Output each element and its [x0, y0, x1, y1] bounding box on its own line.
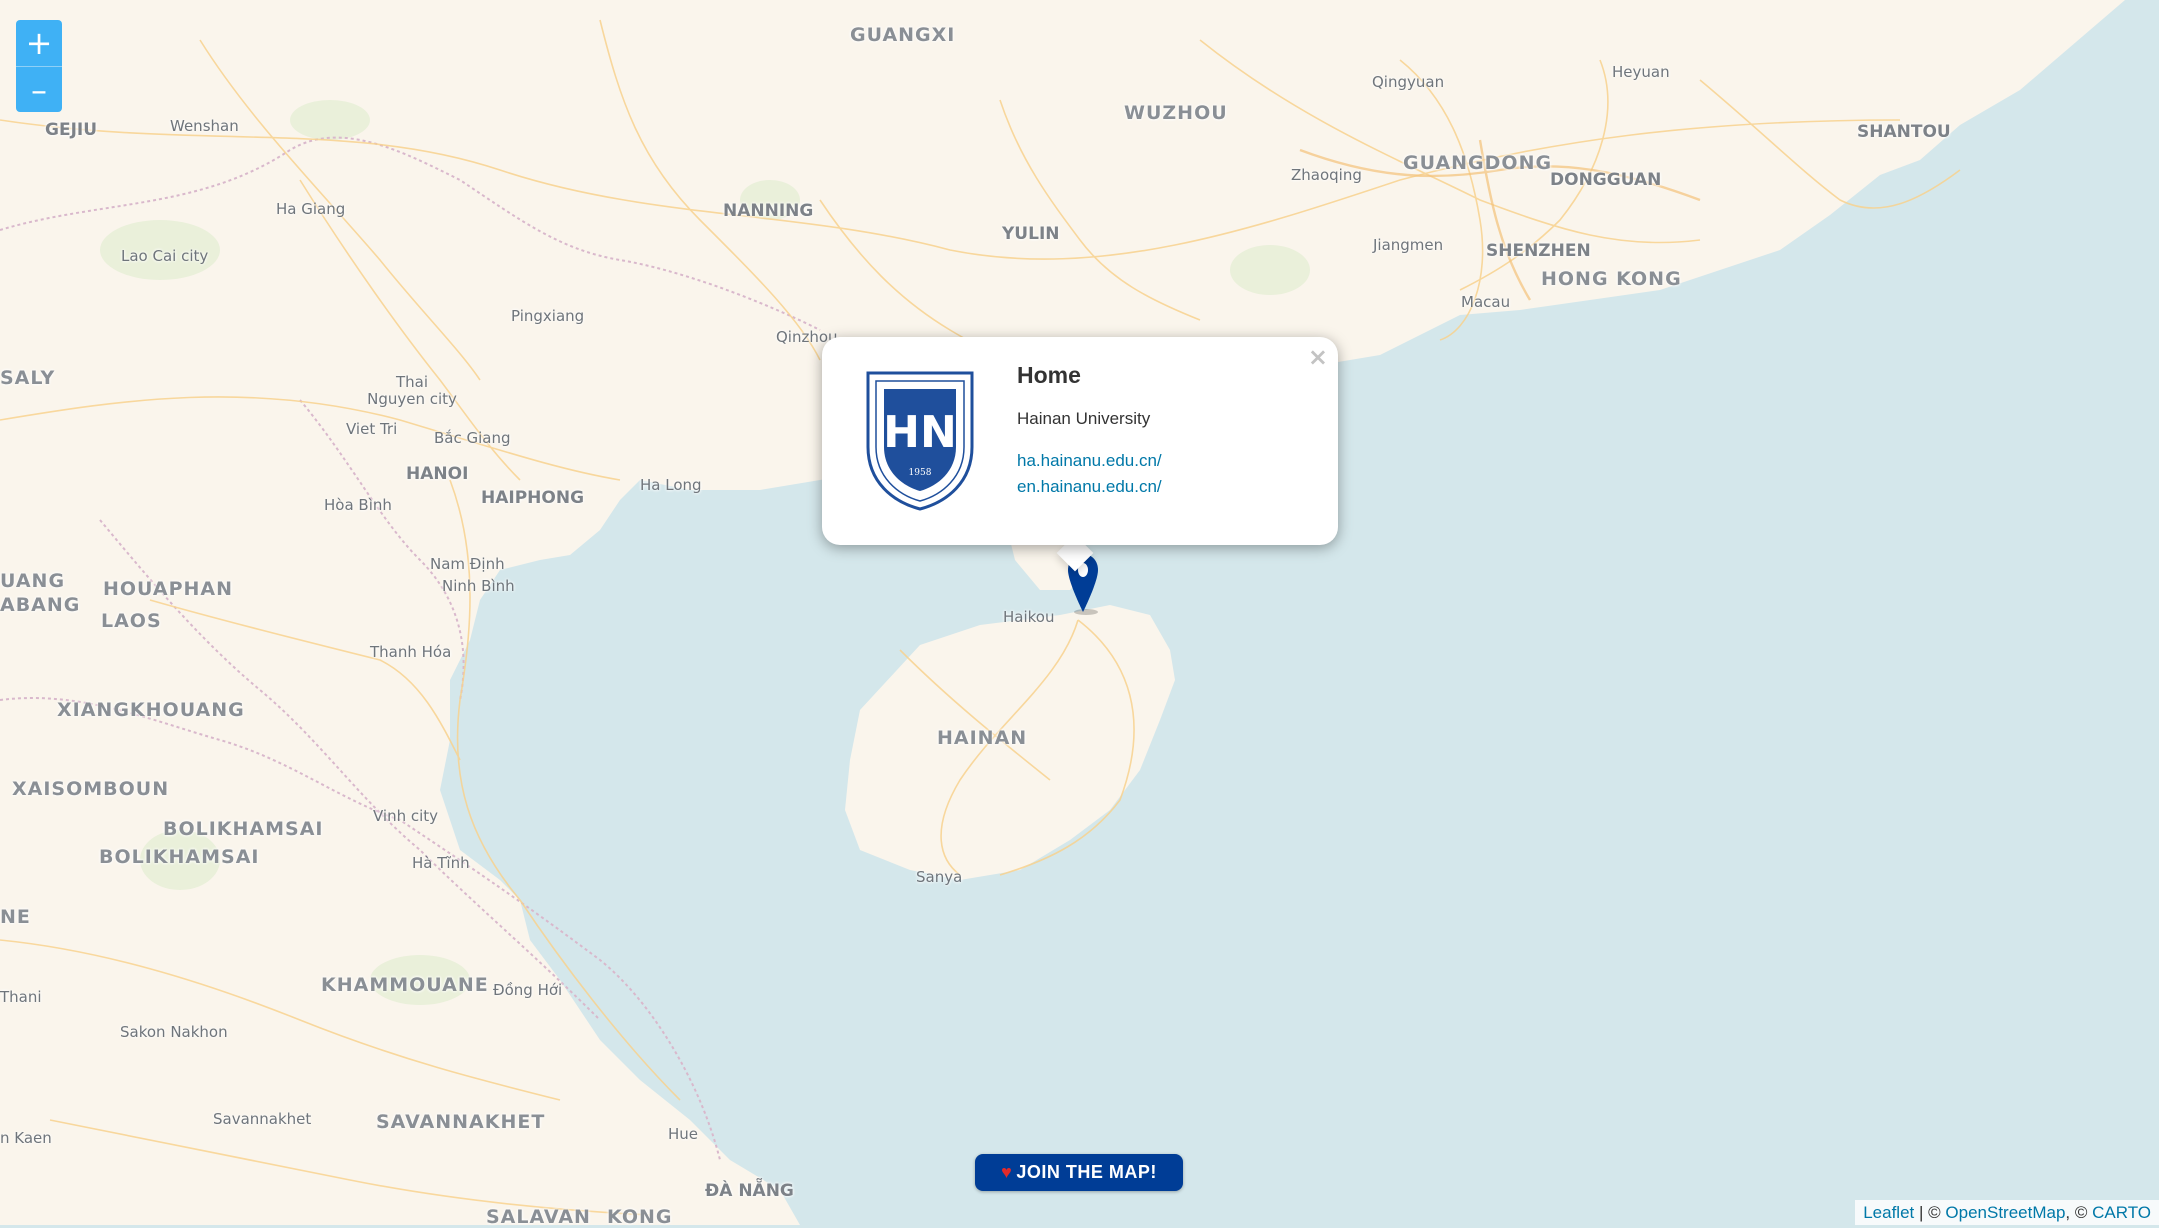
popup-link[interactable]: en.hainanu.edu.cn/: [1017, 477, 1162, 497]
place-label: ĐÀ NẴNG: [705, 1181, 794, 1201]
place-label: Qingyuan: [1372, 73, 1445, 91]
place-label: Ninh Bình: [442, 577, 515, 595]
place-label: Wenshan: [170, 117, 239, 135]
place-label: XAISOMBOUN: [12, 778, 170, 800]
place-label: Đồng Hới: [493, 981, 563, 999]
place-label: SALY: [0, 367, 56, 389]
place-label: GEJIU: [45, 120, 98, 140]
place-label: Pingxiang: [511, 307, 585, 325]
place-label: BOLIKHAMSAI: [163, 818, 324, 840]
hainan-university-logo-icon: HN 1958: [866, 371, 974, 511]
place-label: HOUAPHAN: [103, 578, 234, 600]
place-label: GUANGXI: [850, 24, 956, 46]
place-label: Heyuan: [1612, 63, 1670, 81]
place-label: Viet Tri: [346, 420, 398, 438]
marker-popup: × HN 1958 Home Hainan University ha.hain…: [822, 337, 1338, 545]
place-label: SAVANNAKHET: [376, 1111, 546, 1133]
logo-year: 1958: [909, 468, 932, 478]
place-label: HONG KONG: [1541, 268, 1682, 290]
place-label: Sakon Nakhon: [120, 1023, 228, 1041]
popup-subtitle: Hainan University: [1017, 409, 1151, 428]
place-label: HAINAN: [937, 727, 1028, 749]
place-label: Sanya: [916, 868, 963, 886]
place-label: Zhaoqing: [1291, 166, 1362, 184]
place-label: Jiangmen: [1373, 236, 1444, 254]
place-label: UANG: [0, 570, 66, 592]
place-label: DONGGUAN: [1550, 170, 1662, 190]
join-the-map-label: JOIN THE MAP!: [1016, 1162, 1157, 1182]
place-label: Bắc Giang: [434, 429, 511, 447]
place-label: Thanh Hóa: [370, 643, 452, 661]
zoom-out-button[interactable]: –: [16, 66, 62, 112]
place-label: Ha Long: [640, 476, 702, 494]
place-label: Hà Tĩnh: [412, 854, 470, 872]
place-label: Thai Nguyen city: [367, 373, 457, 408]
place-label: ABANG: [0, 594, 81, 616]
zoom-control: + –: [16, 20, 62, 112]
join-the-map-button[interactable]: ♥ JOIN THE MAP!: [975, 1154, 1183, 1191]
place-label: Haikou: [1003, 608, 1055, 626]
zoom-in-button[interactable]: +: [16, 20, 62, 66]
place-label: HANOI: [406, 464, 469, 484]
logo-monogram: HN: [883, 407, 957, 458]
carto-link[interactable]: CARTO: [2092, 1203, 2151, 1222]
place-label: SHENZHEN: [1486, 241, 1591, 261]
place-label: XIANGKHOUANG: [57, 699, 245, 721]
place-label: Hue: [668, 1125, 699, 1143]
openstreetmap-link[interactable]: OpenStreetMap: [1945, 1203, 2065, 1222]
place-label: Thani: [0, 988, 42, 1006]
place-label: Macau: [1461, 293, 1511, 311]
attribution-separator: | ©: [1914, 1203, 1946, 1222]
place-label: Savannakhet: [213, 1110, 312, 1128]
place-label: YULIN: [1002, 224, 1060, 244]
place-label: Vinh city: [373, 807, 439, 825]
heart-icon: ♥: [1001, 1162, 1013, 1182]
place-label: Hòa Bình: [324, 496, 392, 514]
place-label: NE: [0, 906, 31, 928]
popup-link[interactable]: ha.hainanu.edu.cn/: [1017, 451, 1162, 471]
place-label: KHAMMOUANE: [321, 974, 489, 996]
place-label: LAOS: [101, 610, 162, 632]
place-label: HAIPHONG: [481, 488, 585, 508]
map-attribution: Leaflet | © OpenStreetMap, © CARTO: [1855, 1200, 2159, 1225]
popup-title: Home: [1017, 362, 1081, 388]
place-label: SHANTOU: [1857, 122, 1951, 142]
popup-close-icon[interactable]: ×: [1308, 343, 1328, 371]
attribution-separator: , ©: [2065, 1203, 2093, 1222]
leaflet-link[interactable]: Leaflet: [1863, 1203, 1914, 1222]
place-label: NANNING: [723, 201, 814, 221]
place-label: Ha Giang: [276, 200, 346, 218]
place-label: GUANGDONG: [1403, 152, 1553, 174]
place-label: Lao Cai city: [121, 247, 209, 265]
place-label: Nam Định: [430, 555, 505, 573]
place-label: WUZHOU: [1124, 102, 1228, 124]
place-label: BOLIKHAMSAI: [99, 846, 260, 868]
place-label: n Kaen: [0, 1129, 52, 1147]
